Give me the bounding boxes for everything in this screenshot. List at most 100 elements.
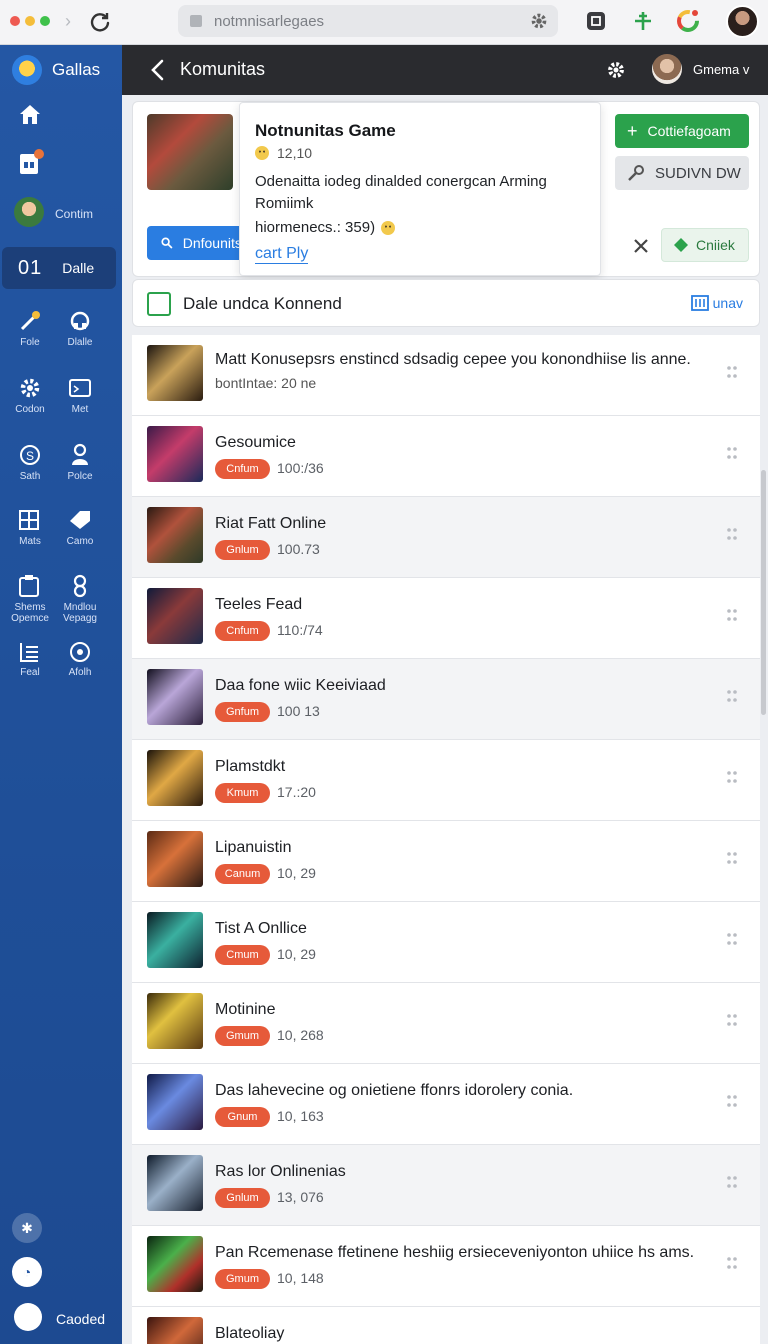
sidebar-footer-tool-1[interactable]: ✱: [12, 1213, 42, 1243]
headset-icon[interactable]: [69, 311, 91, 333]
drag-handle-icon[interactable]: [726, 446, 738, 460]
game-thumbnail[interactable]: [147, 1236, 203, 1292]
game-thumbnail[interactable]: [147, 345, 203, 401]
sidebar-item-mndlou[interactable]: Mndlou Vepagg: [50, 602, 110, 624]
checkbox-icon[interactable]: [147, 292, 171, 316]
list-item[interactable]: Plamstdkt Kmum 17.:20: [132, 740, 760, 821]
search-button[interactable]: Dnfounitsi: [147, 226, 245, 260]
sidebar-item-met[interactable]: Met: [50, 404, 110, 415]
gear-icon[interactable]: [18, 376, 42, 400]
store-icon[interactable]: [18, 148, 46, 176]
clipboard-icon[interactable]: [18, 574, 40, 598]
list-item-title[interactable]: Blateoliay: [215, 1325, 284, 1343]
drag-handle-icon[interactable]: [726, 851, 738, 865]
drag-handle-icon[interactable]: [726, 1013, 738, 1027]
list-item-title[interactable]: Riat Fatt Online: [215, 515, 326, 533]
list-item-title[interactable]: Motinine: [215, 1001, 275, 1019]
list-item-title[interactable]: Pan Rcemenase ffetinene heshiig ersiecev…: [215, 1244, 694, 1262]
game-thumbnail[interactable]: [147, 669, 203, 725]
game-thumbnail[interactable]: [147, 426, 203, 482]
sidebar-item-polce[interactable]: Polce: [50, 471, 110, 482]
list-item[interactable]: Ras lor Onlinenias Gnlum 13, 076: [132, 1145, 760, 1226]
game-cover-image[interactable]: [147, 114, 233, 190]
list-item-title[interactable]: Tist A Onllice: [215, 920, 307, 938]
game-thumbnail[interactable]: [147, 507, 203, 563]
drag-handle-icon[interactable]: [726, 1175, 738, 1189]
clock-icon[interactable]: ◔: [12, 1257, 42, 1287]
drag-handle-icon[interactable]: [726, 689, 738, 703]
coin-icon[interactable]: S: [18, 443, 42, 467]
game-thumbnail[interactable]: [147, 1074, 203, 1130]
primary-action-button[interactable]: + Cottiefagoam: [615, 114, 749, 148]
list-item[interactable]: Motinine Gmum 10, 268: [132, 983, 760, 1064]
magic-wand-icon[interactable]: [18, 309, 42, 333]
url-text[interactable]: notmnisarlegaes: [214, 13, 324, 30]
game-thumbnail[interactable]: [147, 750, 203, 806]
extension-icon[interactable]: [584, 9, 608, 33]
drag-handle-icon[interactable]: [726, 527, 738, 541]
drag-handle-icon[interactable]: [726, 608, 738, 622]
list-item-title[interactable]: Lipanuistin: [215, 839, 292, 857]
sidebar-item-dlalle[interactable]: Dlalle: [50, 337, 110, 348]
address-bar[interactable]: notmnisarlegaes: [178, 5, 558, 37]
minimize-window-button[interactable]: [25, 16, 35, 26]
settings-icon[interactable]: [606, 60, 626, 80]
profile-avatar[interactable]: [726, 5, 759, 38]
list-item[interactable]: Tist A Onllice Cmum 10, 29: [132, 902, 760, 983]
user-avatar[interactable]: [652, 54, 682, 84]
back-icon[interactable]: [150, 58, 164, 82]
gear-icon[interactable]: [528, 10, 550, 32]
sidebar-footer-tool-2[interactable]: ◔: [12, 1257, 42, 1287]
game-thumbnail[interactable]: [147, 831, 203, 887]
tag-icon[interactable]: [68, 509, 92, 531]
drag-handle-icon[interactable]: [726, 365, 738, 379]
google-icon[interactable]: [676, 9, 700, 33]
list-item-title[interactable]: Plamstdkt: [215, 758, 285, 776]
scrollbar[interactable]: [761, 470, 766, 715]
star-icon[interactable]: ✱: [12, 1213, 42, 1243]
drag-handle-icon[interactable]: [726, 1256, 738, 1270]
forward-icon[interactable]: ›: [58, 10, 78, 32]
sidebar-footer-label[interactable]: Caoded: [56, 1311, 105, 1327]
list-item[interactable]: Teeles Fead Cnfum 110:/74: [132, 578, 760, 659]
list-item-title[interactable]: Daa fone wiic Keeiviaad: [215, 677, 386, 695]
grid-icon[interactable]: [18, 509, 40, 531]
maximize-window-button[interactable]: [40, 16, 50, 26]
secondary-action-button[interactable]: SUDIVN DW: [615, 156, 749, 190]
list-item-title[interactable]: Das lahevecine og onietiene ffonrs idoro…: [215, 1082, 573, 1100]
sidebar-item-contim[interactable]: Contim: [44, 208, 104, 220]
avatar-icon[interactable]: [14, 197, 44, 227]
list-item[interactable]: Matt Konusepsrs enstincd sdsadig cepee y…: [132, 335, 760, 416]
list-item[interactable]: Das lahevecine og onietiene ffonrs idoro…: [132, 1064, 760, 1145]
close-window-button[interactable]: [10, 16, 20, 26]
drag-handle-icon[interactable]: [726, 770, 738, 784]
sidebar-item-afolh[interactable]: Afolh: [50, 667, 110, 678]
target-icon[interactable]: [69, 641, 91, 663]
drag-handle-icon[interactable]: [726, 932, 738, 946]
user-circle-icon[interactable]: [14, 1303, 42, 1331]
list-item[interactable]: Riat Fatt Online Gnlum 100.73: [132, 497, 760, 578]
list-item-title[interactable]: Gesoumice: [215, 434, 296, 452]
list-item-title[interactable]: Ras lor Onlinenias: [215, 1163, 346, 1181]
game-thumbnail[interactable]: [147, 1155, 203, 1211]
list-item[interactable]: Blateoliay: [132, 1307, 760, 1344]
list-item[interactable]: Lipanuistin Canum 10, 29: [132, 821, 760, 902]
sidebar-item-active[interactable]: 01 Dalle: [2, 247, 116, 289]
game-thumbnail[interactable]: [147, 1317, 203, 1344]
list-item[interactable]: Daa fone wiic Keeiviaad Gnfum 100 13: [132, 659, 760, 740]
close-icon[interactable]: [633, 238, 649, 254]
game-thumbnail[interactable]: [147, 588, 203, 644]
game-thumbnail[interactable]: [147, 993, 203, 1049]
reload-icon[interactable]: [88, 10, 112, 34]
list-item[interactable]: Gesoumice Cnfum 100:/36: [132, 416, 760, 497]
list-item-title[interactable]: Teeles Fead: [215, 596, 302, 614]
home-icon[interactable]: [18, 103, 42, 125]
chip-action-button[interactable]: Cniiek: [661, 228, 749, 262]
infinity-icon[interactable]: [70, 574, 90, 598]
section-link[interactable]: unav: [690, 295, 743, 311]
list-item-title[interactable]: Matt Konusepsrs enstincd sdsadig cepee y…: [215, 351, 691, 369]
sidebar-item-camo[interactable]: Camo: [50, 536, 110, 547]
list-item[interactable]: Pan Rcemenase ffetinene heshiig ersiecev…: [132, 1226, 760, 1307]
user-menu[interactable]: Gmema v: [693, 62, 749, 77]
plus-extension-icon[interactable]: [631, 9, 655, 33]
